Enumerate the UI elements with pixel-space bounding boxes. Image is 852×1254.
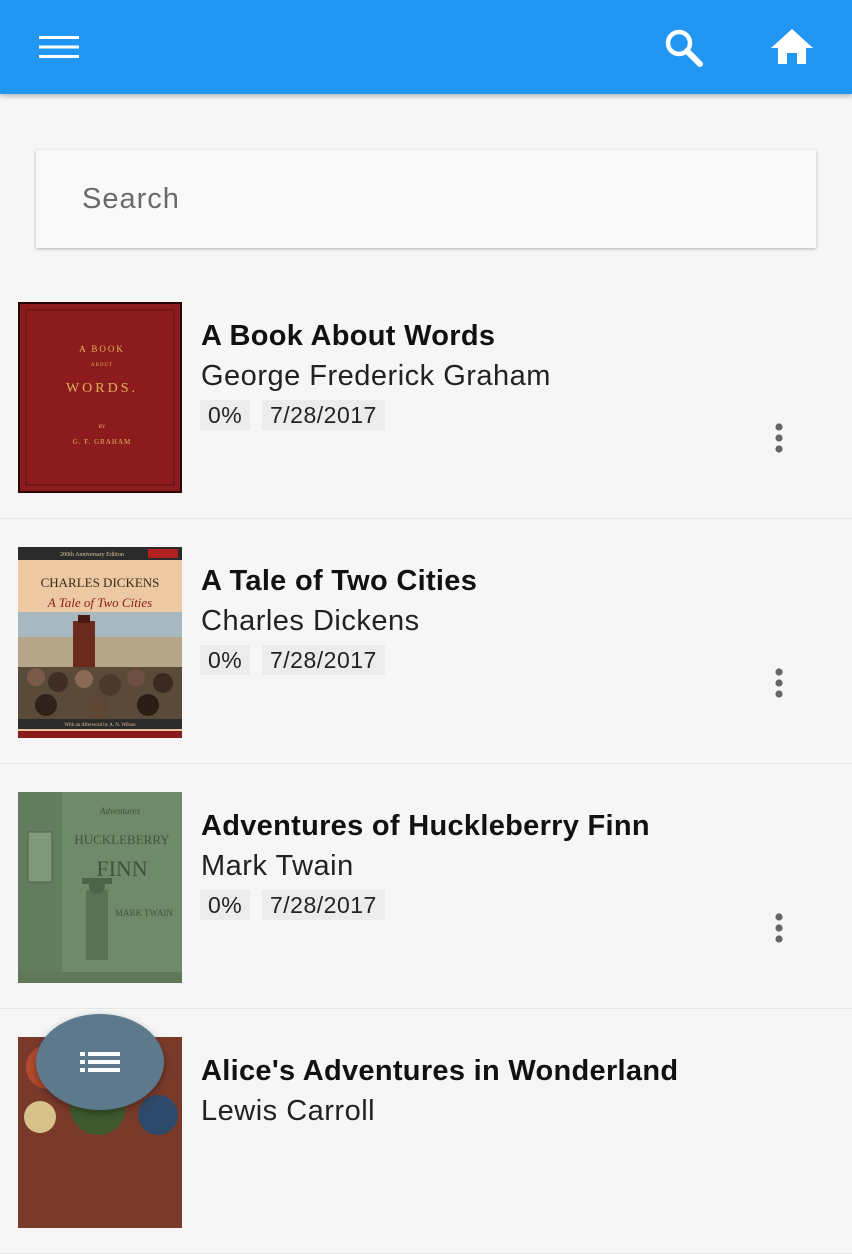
home-button[interactable] — [767, 22, 817, 72]
cover-text: MARK TWAIN — [115, 908, 174, 918]
date-badge: 7/28/2017 — [262, 645, 385, 675]
list-view-fab[interactable] — [36, 1014, 164, 1110]
more-vert-icon — [775, 668, 783, 698]
search-button[interactable] — [658, 22, 708, 72]
list-item[interactable]: 200th Anniversary Edition CHARLES DICKEN… — [0, 519, 852, 764]
more-options-button[interactable] — [764, 661, 794, 705]
cover-text: BY — [99, 425, 106, 430]
cover-text: G. F. GRAHAM — [73, 438, 132, 446]
cover-text: 200th Anniversary Edition — [60, 552, 124, 558]
date-badge: 7/28/2017 — [262, 400, 385, 430]
cover-text: ABOUT — [91, 363, 113, 368]
book-cover: A BOOK ABOUT WORDS. BY G. F. GRAHAM — [18, 302, 182, 493]
more-options-button[interactable] — [764, 416, 794, 460]
book-title: A Tale of Two Cities — [201, 565, 478, 597]
cover-text: FINN — [96, 856, 147, 881]
search-input[interactable] — [36, 150, 816, 248]
cover-text: A Tale of Two Cities — [47, 595, 153, 610]
progress-badge: 0% — [200, 890, 251, 920]
cover-text: HUCKLEBERRY — [74, 832, 170, 847]
book-cover-art: 200th Anniversary Edition CHARLES DICKEN… — [18, 547, 182, 738]
list-item[interactable]: A BOOK ABOUT WORDS. BY G. F. GRAHAM A Bo… — [0, 274, 852, 519]
more-options-button[interactable] — [764, 906, 794, 950]
cover-text: Adventures — [99, 806, 141, 816]
date-badge: 7/28/2017 — [262, 890, 385, 920]
progress-badge: 0% — [200, 400, 251, 430]
progress-badge: 0% — [200, 645, 251, 675]
cover-text: A BOOK — [79, 344, 125, 354]
book-title: A Book About Words — [201, 320, 496, 352]
cover-text: With an Afterword by A. N. Wilson — [64, 723, 136, 728]
book-author: Charles Dickens — [201, 605, 420, 637]
menu-button[interactable] — [34, 22, 84, 72]
cover-text: WORDS. — [66, 381, 138, 396]
book-author: George Frederick Graham — [201, 360, 551, 392]
book-cover-art: Adventures HUCKLEBERRY FINN MARK TWAIN — [18, 792, 182, 983]
book-title: Alice's Adventures in Wonderland — [201, 1055, 679, 1087]
search-icon — [665, 29, 703, 67]
search-box — [36, 150, 816, 248]
menu-icon — [39, 36, 79, 58]
app-bar — [0, 0, 852, 94]
book-cover-art: A BOOK ABOUT WORDS. BY G. F. GRAHAM — [25, 309, 175, 486]
book-list: A BOOK ABOUT WORDS. BY G. F. GRAHAM A Bo… — [0, 274, 852, 1254]
more-vert-icon — [775, 913, 783, 943]
cover-text: CHARLES DICKENS — [41, 575, 160, 590]
book-cover: Adventures HUCKLEBERRY FINN MARK TWAIN — [18, 792, 182, 983]
more-vert-icon — [775, 423, 783, 453]
home-icon — [771, 29, 813, 64]
list-icon — [80, 1052, 120, 1072]
book-author: Lewis Carroll — [201, 1095, 376, 1127]
book-cover: 200th Anniversary Edition CHARLES DICKEN… — [18, 547, 182, 738]
book-author: Mark Twain — [201, 850, 354, 882]
list-item[interactable]: Adventures HUCKLEBERRY FINN MARK TWAIN A… — [0, 764, 852, 1009]
book-title: Adventures of Huckleberry Finn — [201, 810, 650, 842]
